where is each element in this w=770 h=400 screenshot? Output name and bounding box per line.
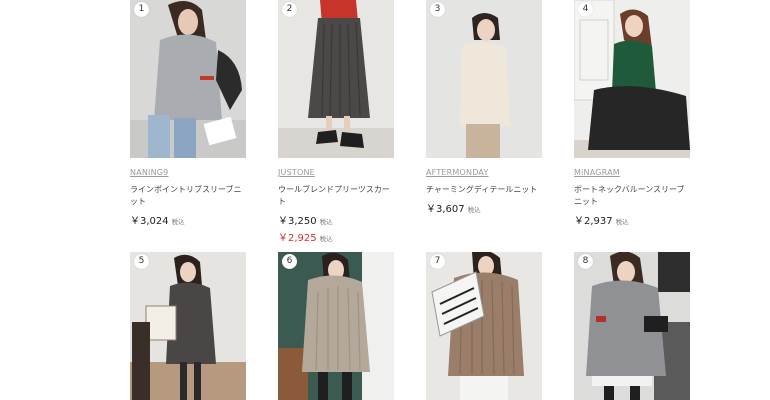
price-value-3: ￥3,607 — [426, 204, 465, 215]
product-name-4[interactable]: ボートネックバルーンスリーブニット — [574, 184, 690, 208]
rank-badge-7: 7 — [430, 254, 445, 269]
product-grid: 1 NANING9 ラインポイントリブスリーブニット ￥3,024 税込 2 JU… — [0, 0, 770, 400]
product-image-8[interactable]: 8 — [574, 252, 690, 400]
tax-label-1: 税込 — [171, 218, 185, 226]
product-image-6[interactable]: 6 — [278, 252, 394, 400]
rank-badge-1: 1 — [134, 2, 149, 17]
product-card-2[interactable]: 2 JUSTONE ウールブレンドプリーツスカート ￥3,250 税込 ￥2,92… — [278, 0, 394, 244]
sale-price-value-2: ￥2,925 — [278, 233, 317, 244]
brand-link-2[interactable]: JUSTONE — [278, 168, 394, 177]
rank-badge-5: 5 — [134, 254, 149, 269]
rank-badge-6: 6 — [282, 254, 297, 269]
product-card-6[interactable]: 6 — [278, 252, 394, 400]
product-sale-price-2: ￥2,925 税込 — [278, 229, 394, 244]
product-card-7[interactable]: 7 — [426, 252, 542, 400]
rank-badge-4: 4 — [578, 2, 593, 17]
sale-tax-label-2: 税込 — [319, 235, 333, 243]
brand-link-4[interactable]: MiNAGRAM — [574, 168, 690, 177]
product-name-1[interactable]: ラインポイントリブスリーブニット — [130, 184, 246, 208]
product-price-4: ￥2,937 税込 — [574, 212, 690, 227]
rank-badge-2: 2 — [282, 2, 297, 17]
price-value-1: ￥3,024 — [130, 216, 169, 227]
price-value-4: ￥2,937 — [574, 216, 613, 227]
price-value-2: ￥3,250 — [278, 216, 317, 227]
product-card-3[interactable]: 3 AFTERMONDAY チャーミングディテールニット ￥3,607 税込 — [426, 0, 542, 215]
product-image-3[interactable]: 3 — [426, 0, 542, 158]
product-card-5[interactable]: 5 — [130, 252, 246, 400]
brand-link-3[interactable]: AFTERMONDAY — [426, 168, 542, 177]
tax-label-4: 税込 — [615, 218, 629, 226]
product-card-4[interactable]: 4 MiNAGRAM ボートネックバルーンスリーブニット ￥2,937 税込 — [574, 0, 690, 227]
product-image-7[interactable]: 7 — [426, 252, 542, 400]
brand-link-1[interactable]: NANING9 — [130, 168, 246, 177]
product-card-1[interactable]: 1 NANING9 ラインポイントリブスリーブニット ￥3,024 税込 — [130, 0, 246, 227]
product-card-8[interactable]: 8 — [574, 252, 690, 400]
rank-badge-8: 8 — [578, 254, 593, 269]
product-name-2[interactable]: ウールブレンドプリーツスカート — [278, 184, 394, 208]
tax-label-3: 税込 — [467, 206, 481, 214]
rank-badge-3: 3 — [430, 2, 445, 17]
tax-label-2: 税込 — [319, 218, 333, 226]
product-name-3[interactable]: チャーミングディテールニット — [426, 184, 542, 196]
product-image-5[interactable]: 5 — [130, 252, 246, 400]
product-price-3: ￥3,607 税込 — [426, 200, 542, 215]
product-price-1: ￥3,024 税込 — [130, 212, 246, 227]
product-image-1[interactable]: 1 — [130, 0, 246, 158]
product-image-4[interactable]: 4 — [574, 0, 690, 158]
product-image-2[interactable]: 2 — [278, 0, 394, 158]
product-price-2: ￥3,250 税込 — [278, 212, 394, 227]
